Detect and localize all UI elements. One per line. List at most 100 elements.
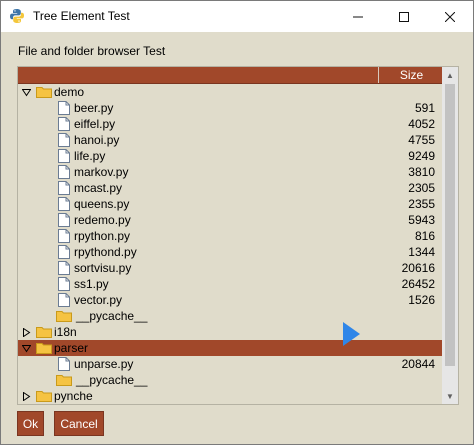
window-body: File and folder browser Test Size demo be…: [1, 32, 473, 444]
tree-file-row[interactable]: hanoi.py 4755: [18, 132, 443, 148]
tree-item-name: __pycache__: [76, 373, 148, 387]
folder-icon: [56, 375, 72, 386]
file-icon: [58, 197, 70, 211]
file-icon: [58, 261, 70, 275]
tree-item-name: vector.py: [74, 293, 123, 307]
tree-header: Size: [18, 67, 443, 84]
folder-icon: [56, 311, 72, 322]
tree-file-row[interactable]: ss1.py 26452: [18, 276, 443, 292]
folder-icon: [36, 87, 52, 98]
python-icon: [10, 9, 24, 23]
tree-folder-row[interactable]: __pycache__: [18, 308, 443, 324]
tree-item-name: sortvisu.py: [74, 261, 132, 275]
tree-item-name: ss1.py: [74, 277, 109, 291]
tree-item-size: 2305: [408, 181, 435, 195]
scroll-down-icon[interactable]: ▼: [442, 388, 458, 404]
file-icon: [58, 165, 70, 179]
header-text: File and folder browser Test: [18, 44, 166, 58]
column-header-size[interactable]: Size: [378, 67, 444, 83]
tree-item-name: queens.py: [74, 197, 130, 211]
file-icon: [58, 229, 70, 243]
tree-item-name: rpythond.py: [74, 245, 137, 259]
file-icon: [58, 133, 70, 147]
tree-folder-row[interactable]: parser: [18, 340, 443, 356]
tree-item-size: 3810: [408, 165, 435, 179]
tree-item-name: hanoi.py: [74, 133, 120, 147]
tree-folder-row[interactable]: __pycache__: [18, 372, 443, 388]
app-window: Tree Element Test File and folder browse…: [0, 0, 474, 445]
collapsed-arrow-icon[interactable]: [22, 392, 31, 401]
maximize-icon: [399, 11, 409, 22]
file-icon: [58, 101, 70, 115]
file-icon: [58, 117, 70, 131]
tree-item-size: 1526: [408, 293, 435, 307]
minimize-button[interactable]: [335, 1, 381, 32]
file-icon: [58, 213, 70, 227]
file-icon: [58, 357, 70, 371]
close-button[interactable]: [427, 1, 473, 32]
tree-item-name: parser: [54, 341, 89, 355]
tree-file-row[interactable]: sortvisu.py 20616: [18, 260, 443, 276]
tree-file-row[interactable]: vector.py 1526: [18, 292, 443, 308]
file-icon: [58, 277, 70, 291]
tree-item-size: 5943: [408, 213, 435, 227]
tree-item-size: 816: [414, 229, 435, 243]
title-bar[interactable]: Tree Element Test: [1, 1, 473, 32]
column-header-name[interactable]: [18, 67, 377, 83]
tree-rows: demo beer.py 591 eiffel.py 4052 hanoi.py 4755 l…: [18, 84, 443, 404]
tree-folder-row[interactable]: pynche: [18, 388, 443, 404]
tree-folder-row[interactable]: i18n: [18, 324, 443, 340]
tree-item-name: life.py: [74, 149, 106, 163]
tree-folder-row[interactable]: demo: [18, 84, 443, 100]
tree-item-name: i18n: [54, 325, 77, 339]
file-icon: [58, 181, 70, 195]
tree-file-row[interactable]: mcast.py 2305: [18, 180, 443, 196]
tree-item-size: 9249: [408, 149, 435, 163]
file-icon: [58, 245, 70, 259]
scroll-up-icon[interactable]: ▲: [442, 67, 458, 83]
collapsed-arrow-icon[interactable]: [22, 328, 31, 337]
tree-item-size: 26452: [401, 277, 435, 291]
tree-item-size: 1344: [408, 245, 435, 259]
tree-item-size: 20616: [401, 261, 435, 275]
tree-file-row[interactable]: beer.py 591: [18, 100, 443, 116]
tree-file-row[interactable]: queens.py 2355: [18, 196, 443, 212]
tree-item-name: rpython.py: [74, 229, 131, 243]
file-icon: [58, 149, 70, 163]
tree-file-row[interactable]: eiffel.py 4052: [18, 116, 443, 132]
tree-item-name: demo: [54, 85, 85, 99]
tree-item-name: beer.py: [74, 101, 114, 115]
folder-icon: [36, 391, 52, 402]
tree-item-name: redemo.py: [74, 213, 131, 227]
expanded-arrow-icon[interactable]: [22, 344, 31, 353]
maximize-button[interactable]: [381, 1, 427, 32]
tree-item-name: unparse.py: [74, 357, 134, 371]
tree-file-row[interactable]: rpython.py 816: [18, 228, 443, 244]
tree-item-size: 4755: [408, 133, 435, 147]
tree-file-row[interactable]: markov.py 3810: [18, 164, 443, 180]
minimize-icon: [353, 16, 363, 17]
file-tree[interactable]: Size demo beer.py 591 eiffel.py 4052 hanoi.py…: [17, 66, 459, 405]
folder-icon: [36, 327, 52, 338]
scrollbar-thumb[interactable]: [445, 84, 455, 366]
tree-item-size: 4052: [408, 117, 435, 131]
tree-item-name: __pycache__: [76, 309, 148, 323]
tree-item-name: markov.py: [74, 165, 129, 179]
tree-item-name: eiffel.py: [74, 117, 116, 131]
cancel-button[interactable]: Cancel: [54, 411, 104, 436]
tree-file-row[interactable]: rpythond.py 1344: [18, 244, 443, 260]
tree-item-size: 591: [414, 101, 435, 115]
tree-item-name: pynche: [54, 389, 93, 403]
vertical-scrollbar[interactable]: ▲ ▼: [442, 67, 458, 404]
tree-file-row[interactable]: life.py 9249: [18, 148, 443, 164]
file-icon: [58, 293, 70, 307]
tree-item-size: 2355: [408, 197, 435, 211]
expanded-arrow-icon[interactable]: [22, 88, 31, 97]
window-title: Tree Element Test: [33, 9, 130, 23]
ok-button[interactable]: Ok: [17, 411, 44, 436]
folder-icon: [36, 343, 52, 354]
tree-file-row[interactable]: redemo.py 5943: [18, 212, 443, 228]
mouse-cursor-icon: [343, 322, 360, 346]
tree-file-row[interactable]: unparse.py 20844: [18, 356, 443, 372]
tree-item-name: mcast.py: [74, 181, 123, 195]
